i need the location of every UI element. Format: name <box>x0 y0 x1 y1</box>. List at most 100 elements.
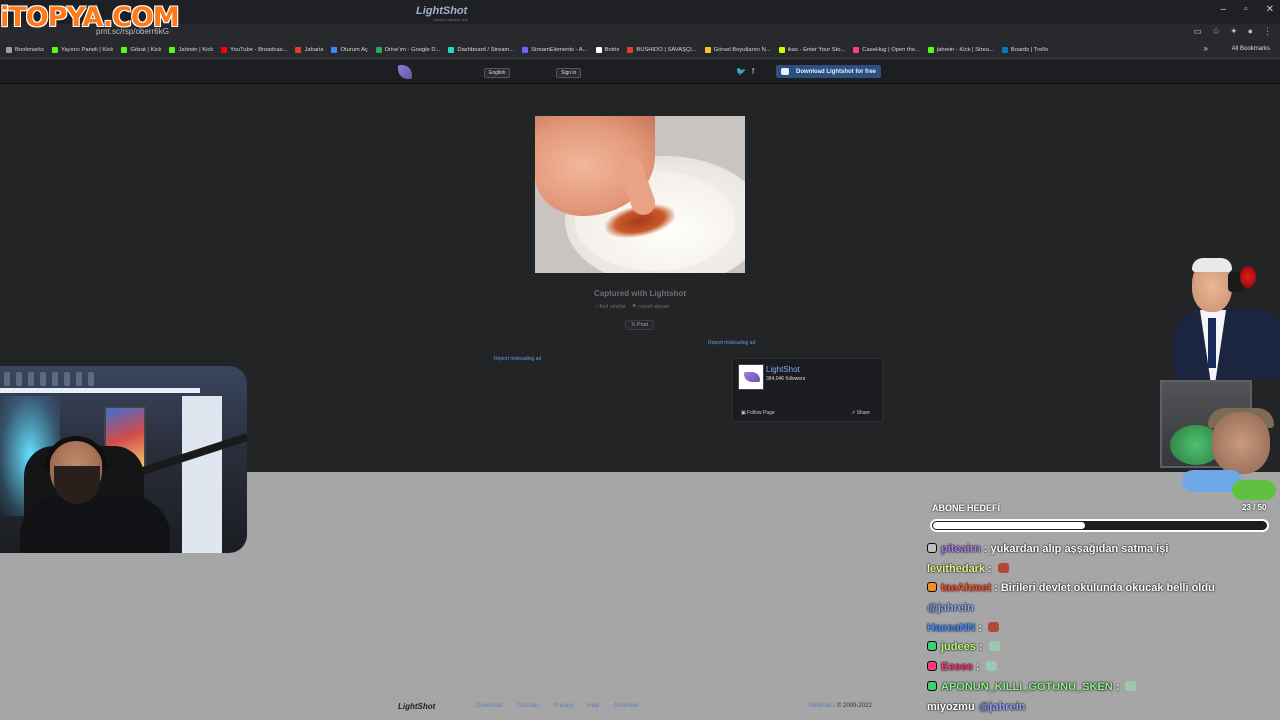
chat-badge-icon <box>927 661 937 672</box>
bookmark-item[interactable]: Dashboard / Stream... <box>448 47 514 53</box>
share-button[interactable]: ↗ Share <box>851 410 870 416</box>
bookmark-favicon-icon <box>1001 47 1008 53</box>
footer-link[interactable]: Download <box>476 703 503 709</box>
chat-separator: : <box>975 661 983 674</box>
bookmark-item[interactable]: BUSHIDO | SAVAŞÇI... <box>627 47 697 53</box>
report-ad-link-left[interactable]: Report misleading ad <box>494 356 541 362</box>
bookmark-favicon-icon <box>121 47 128 53</box>
footer-copyright-text: © 2009-2022 <box>837 703 872 709</box>
profile-icon[interactable]: ● <box>1248 26 1253 37</box>
chat-username[interactable]: judees <box>941 641 976 653</box>
close-icon[interactable]: ✕ <box>1266 4 1274 15</box>
bookmark-favicon-icon <box>778 47 785 53</box>
bookmark-label: Bookmarks <box>15 47 44 53</box>
footer-company-link[interactable]: Skillbrains <box>808 703 835 709</box>
download-button[interactable]: Download Lightshot for free <box>776 65 881 78</box>
footer-link[interactable]: Advertise <box>614 703 639 709</box>
facebook-icon[interactable]: f <box>752 67 754 76</box>
bookmark-favicon-icon <box>522 47 529 53</box>
bookmark-label: CaseHug | Open the... <box>862 47 920 53</box>
bookmarks-bar: Bookmarks Yayıncı Paneli | Kick Gözat | Ki… <box>0 42 1280 59</box>
bookmark-item[interactable]: Gözat | Kick <box>121 47 161 53</box>
bookmark-label: YouTube - Broadcas... <box>230 47 288 53</box>
bookmark-favicon-icon <box>853 47 860 53</box>
bookmark-item[interactable]: Drive'ım - Google D... <box>375 47 441 53</box>
sign-in-button[interactable]: Sign in <box>556 68 582 78</box>
chat-mention[interactable]: @jahrein <box>979 701 1026 713</box>
x-post-button[interactable]: 𝕏 Post <box>625 320 654 330</box>
bookmark-label: Drive'ım - Google D... <box>384 47 441 53</box>
follow-page-button[interactable]: ▣ Follow Page <box>741 410 775 416</box>
bookmark-favicon-icon <box>927 47 934 53</box>
social-links: 🐦 f <box>736 67 754 76</box>
bookmark-item[interactable]: Boards | Trello <box>1001 47 1048 53</box>
bookmark-item[interactable]: StreamElements - A... <box>522 47 588 53</box>
chat-username[interactable]: taeAhmet <box>941 582 991 594</box>
chat-emote-icon <box>985 661 997 672</box>
face-overlay <box>1212 412 1270 474</box>
chat-username[interactable]: HaceaNN <box>927 622 975 634</box>
bookmark-item[interactable]: Yayıncı Paneli | Kick <box>52 47 113 53</box>
chat-text: Birileri devlet okulunda okucak belli ol… <box>1000 582 1215 595</box>
webcam-feed <box>0 366 247 553</box>
lightshot-logo[interactable]: LightShot screen capture tool <box>416 5 468 22</box>
bookmark-favicon-icon <box>448 47 455 53</box>
bookmark-label: Jahrein | Kick <box>178 47 214 53</box>
find-similar-link[interactable]: ▫ find similar <box>596 304 626 310</box>
shelf <box>0 388 200 393</box>
bookmark-item[interactable]: Görsel Boyutlarını N... <box>704 47 771 53</box>
facebook-page-name[interactable]: LightShot <box>766 365 800 374</box>
bookmark-item[interactable]: ikas - Enter Your Sto... <box>778 47 845 53</box>
bookmark-item[interactable]: Bookmarks <box>6 47 44 53</box>
bookmark-item[interactable]: Oturum Aç <box>331 47 368 53</box>
window-controls: – ▫ ✕ <box>1221 4 1275 15</box>
chat-separator: : <box>1115 680 1123 693</box>
figures <box>4 372 94 386</box>
report-abuse-link[interactable]: ⚑ report abuse <box>632 304 669 310</box>
bookmark-item[interactable]: Jahrein | Kick <box>169 47 213 53</box>
star-icon[interactable]: ☆ <box>1212 26 1220 37</box>
footer-logo[interactable]: LightShot <box>398 702 435 711</box>
all-bookmarks-link[interactable]: All Bookmarks <box>1232 46 1270 52</box>
bookmark-item[interactable]: Botrix <box>595 47 619 53</box>
chat-message: pitcairn: yukardan alıp aşşağıdan satma … <box>927 540 1277 560</box>
chat-badge-icon <box>927 543 937 553</box>
brand-logo: iTOPYA.COM <box>0 2 180 33</box>
footer-link[interactable]: Help <box>587 703 599 709</box>
bookmark-favicon-icon <box>169 47 176 53</box>
chat-username[interactable]: Eeeee <box>941 661 973 673</box>
bookmark-label: Oturum Aç <box>340 47 368 53</box>
bookmark-item[interactable]: Jaharia <box>295 47 323 53</box>
download-button-label: Download Lightshot for free <box>796 68 876 75</box>
menu-icon[interactable]: ⋮ <box>1263 26 1272 37</box>
footer-link[interactable]: Tutorials <box>517 703 540 709</box>
twitter-icon[interactable]: 🐦 <box>736 67 746 76</box>
find-similar-label: find similar <box>599 304 626 310</box>
facebook-page-avatar[interactable] <box>738 364 764 390</box>
language-select[interactable]: English <box>484 68 511 78</box>
chat-username[interactable]: APONUN_KILLI_GOTUNU_SKEN <box>941 681 1113 693</box>
bookmarks-overflow-icon[interactable]: » <box>1204 44 1208 53</box>
report-abuse-label: report abuse <box>638 304 670 310</box>
screenshot-image[interactable] <box>535 116 745 273</box>
cast-icon[interactable]: ▭ <box>1193 26 1202 37</box>
chat-username[interactable]: levithedark <box>927 563 985 575</box>
bookmark-item[interactable]: jahrein - Kick | Strea... <box>927 47 994 53</box>
download-icon <box>781 68 789 75</box>
maximize-icon[interactable]: ▫ <box>1244 4 1248 15</box>
minimize-icon[interactable]: – <box>1221 4 1227 15</box>
bookmark-item[interactable]: CaseHug | Open the... <box>853 47 920 53</box>
bookmark-favicon-icon <box>295 47 302 53</box>
stream-screen: – ▫ ✕ prnt.sc/rsp/oberr6kG ▭ ☆ ✦ ● ⋮ Boo… <box>0 0 1280 720</box>
chat-separator: : <box>978 641 986 654</box>
share-label: Share <box>856 410 870 416</box>
shelf-column <box>182 396 222 553</box>
extensions-icon[interactable]: ✦ <box>1230 26 1238 37</box>
footer-link[interactable]: Privacy <box>553 703 573 709</box>
chat-username[interactable]: pitcairn <box>941 543 981 555</box>
bookmark-item[interactable]: YouTube - Broadcas... <box>221 47 287 53</box>
report-ad-link-right[interactable]: Report misleading ad <box>708 340 755 346</box>
chat-badge-icon <box>927 680 937 691</box>
chat-badge-icon <box>927 641 937 652</box>
bookmark-favicon-icon <box>221 47 228 53</box>
